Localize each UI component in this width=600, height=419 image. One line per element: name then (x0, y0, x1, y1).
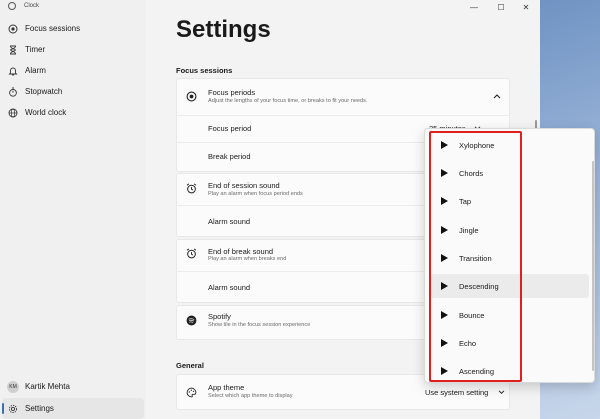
alarm-clock-icon (185, 247, 197, 259)
spotify-description: Show tile in the focus session experienc… (208, 322, 311, 328)
maximize-button[interactable]: ☐ (488, 0, 514, 14)
close-button[interactable]: ✕ (513, 0, 539, 14)
highlight-box (429, 131, 522, 382)
spotify-title: Spotify (208, 312, 231, 321)
end-break-sound-title: End of break sound (208, 247, 274, 256)
divider (176, 115, 510, 116)
sidebar-item-label: Focus sessions (25, 24, 81, 33)
globe-icon (7, 107, 19, 119)
dropdown-scrollbar[interactable] (592, 161, 594, 371)
sidebar-item-settings[interactable]: Settings (2, 398, 144, 419)
end-session-sound-title: End of session sound (208, 181, 280, 190)
avatar: KM (7, 380, 19, 393)
focus-periods-title: Focus periods (208, 88, 256, 97)
account-button[interactable]: KM Kartik Mehta (2, 376, 144, 397)
end-break-sound-description: Play an alarm when breaks end (208, 256, 287, 262)
sidebar-item-label: Settings (25, 404, 54, 413)
end-session-sound-description: Play an alarm when focus period ends (208, 191, 303, 197)
sidebar-item-focus-sessions[interactable]: Focus sessions (2, 18, 144, 39)
focus-period-label: Focus period (208, 124, 252, 133)
sidebar-item-label: Timer (25, 45, 46, 54)
chevron-down-icon[interactable] (495, 386, 507, 398)
gear-icon (7, 403, 19, 415)
minimize-button[interactable]: — (461, 0, 487, 14)
app-title: Clock (24, 3, 40, 9)
stopwatch-icon (7, 86, 19, 98)
alarm-sound-label: Alarm sound (208, 283, 251, 292)
section-title-general: General (176, 361, 204, 370)
sidebar-item-timer[interactable]: Timer (2, 39, 144, 60)
section-title-focus-sessions: Focus sessions (176, 66, 233, 75)
hourglass-icon (7, 44, 19, 56)
chevron-up-icon[interactable] (491, 90, 503, 102)
sidebar-item-world-clock[interactable]: World clock (2, 102, 144, 123)
sidebar: Clock Focus sessions Timer Alarm Stopwat… (0, 0, 146, 419)
page-title: Settings (176, 16, 271, 43)
bell-icon (7, 65, 19, 77)
focus-icon (185, 90, 197, 102)
focus-icon (7, 23, 19, 35)
sidebar-item-alarm[interactable]: Alarm (2, 60, 144, 81)
sidebar-item-label: World clock (25, 108, 67, 117)
alarm-clock-icon (185, 182, 197, 194)
palette-icon (185, 386, 197, 398)
account-name: Kartik Mehta (25, 382, 70, 391)
app-theme-title: App theme (208, 383, 245, 392)
app-theme-select[interactable]: Use system setting (425, 388, 488, 397)
focus-periods-description: Adjust the lengths of your focus time, o… (208, 98, 368, 104)
sidebar-item-label: Stopwatch (25, 87, 63, 96)
clock-app-icon (8, 2, 16, 10)
sidebar-item-stopwatch[interactable]: Stopwatch (2, 81, 144, 102)
spotify-icon (185, 314, 197, 326)
sidebar-item-label: Alarm (25, 66, 46, 75)
break-period-label: Break period (208, 152, 251, 161)
app-theme-description: Select which app theme to display (208, 393, 293, 399)
alarm-sound-label: Alarm sound (208, 217, 251, 226)
